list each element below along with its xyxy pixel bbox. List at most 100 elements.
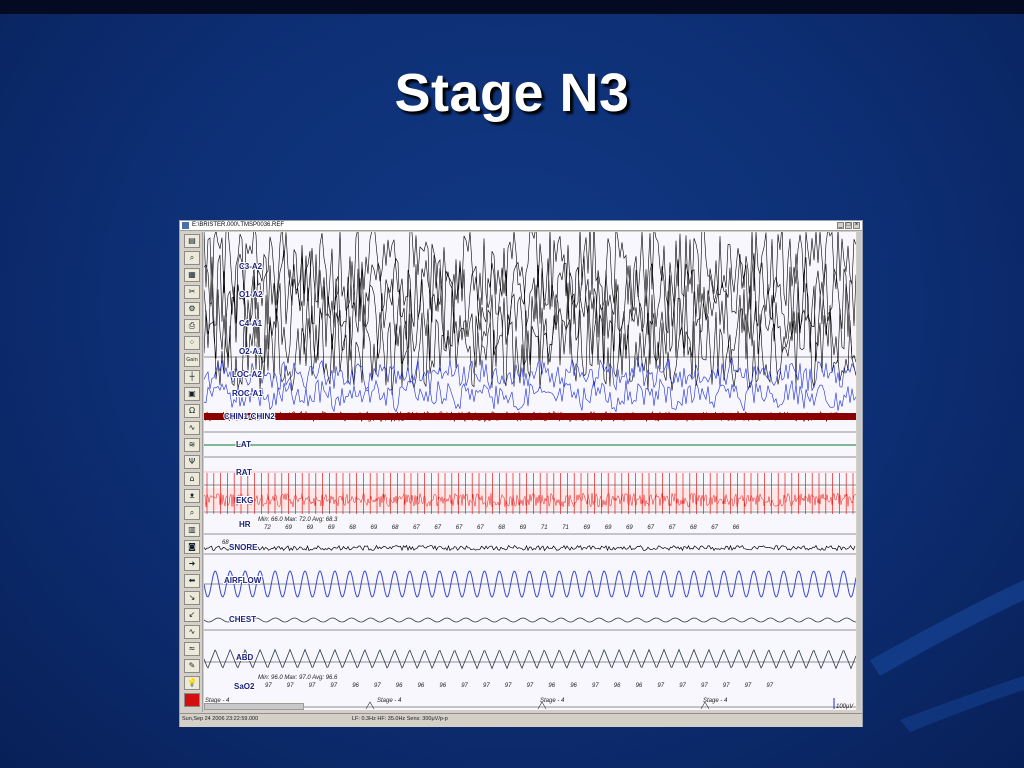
hr-value: 67 (477, 525, 484, 531)
channel-label: AIRFLOW (224, 576, 262, 585)
hr-value: 67 (456, 525, 463, 531)
sao2-value: 97 (701, 683, 708, 689)
stop-icon[interactable]: ■ (184, 693, 200, 707)
window-titlebar: E:\BRISTER.000\.TMSP0036.REF _ □ × (180, 221, 862, 231)
hr-value: 67 (669, 525, 676, 531)
camera-icon[interactable]: ◙ (184, 540, 200, 554)
hr-value: 69 (328, 525, 335, 531)
signal-traces: Min: 66.0 Max: 72.0 Avg: 68.3 72 69 69 69 68 6… (204, 232, 856, 710)
omega-icon[interactable]: Ω (184, 404, 200, 418)
search-icon[interactable]: ⌕ (184, 506, 200, 520)
cut-icon[interactable]: ✂ (184, 285, 200, 299)
sao2-value: 96 (548, 683, 555, 689)
hr-value: 69 (626, 525, 633, 531)
status-bar: Sun,Sep 24 2006 23:22:59.000 LF: 0.3Hz H… (180, 713, 862, 727)
hr-value: 69 (371, 525, 378, 531)
hr-value: 68 (498, 525, 505, 531)
slide-title: Stage N3 (394, 63, 630, 123)
wave2-icon[interactable]: ∿ (184, 625, 200, 639)
hr-value: 68 (349, 525, 356, 531)
vertical-scrollbar[interactable] (857, 232, 861, 710)
dots-icon[interactable]: ⁘ (184, 336, 200, 350)
slide-top-bar (0, 0, 1024, 14)
channel-label: EKG (236, 496, 253, 505)
hr-value: 66 (733, 525, 740, 531)
stage-marker: Stage - 4 (703, 698, 728, 704)
arrow-down-right-icon[interactable]: ↘ (184, 591, 200, 605)
arrow-left-icon[interactable]: ⬅ (184, 574, 200, 588)
sao2-value: 96 (418, 683, 425, 689)
sao2-value: 96 (614, 683, 621, 689)
color-icon[interactable]: ▣ (184, 387, 200, 401)
sao2-value: 97 (505, 683, 512, 689)
bulb-icon[interactable]: 💡 (184, 676, 200, 690)
window-title: E:\BRISTER.000\.TMSP0036.REF (192, 222, 285, 228)
app-icon (182, 222, 189, 229)
hr-value: 69 (605, 525, 612, 531)
channel-label: C4-A1 (239, 319, 263, 328)
channel-label: CHEST (229, 615, 256, 624)
grid-icon[interactable]: ▦ (184, 268, 200, 282)
print-icon[interactable]: ⎙ (184, 319, 200, 333)
marker-icon[interactable]: ┼ (184, 370, 200, 384)
scale-label: 100μV (836, 704, 854, 710)
channel-label: ABD (236, 653, 254, 662)
maximize-button[interactable]: □ (845, 222, 852, 229)
psg-viewer-window: E:\BRISTER.000\.TMSP0036.REF _ □ × ▤ ⌕ ▦ ✂ ⚙… (180, 221, 862, 727)
stage-marker: Stage - 4 (377, 698, 402, 704)
hr-value: 69 (584, 525, 591, 531)
lock-icon[interactable]: ⌂ (184, 472, 200, 486)
sao2-value: 96 (439, 683, 446, 689)
zoom-icon[interactable]: ⌕ (184, 251, 200, 265)
arrow-right-icon[interactable]: ➜ (184, 557, 200, 571)
vertical-toolbar: ▤ ⌕ ▦ ✂ ⚙ ⎙ ⁘ Gain ┼ ▣ Ω ∿ ≋ Ψ ⌂ ᴥ ⌕ ▥ ◙ ➜ ⬅ ↘ ↙ ∿ ≈ ✎ 💡 ■ (182, 232, 203, 712)
tools-icon[interactable]: ⚙ (184, 302, 200, 316)
wave3-icon[interactable]: ≈ (184, 642, 200, 656)
eeg-trace (204, 250, 856, 340)
eeg-trace (204, 232, 856, 312)
wave-icon[interactable]: ∿ (184, 421, 200, 435)
sao2-value: 97 (745, 683, 752, 689)
eog-trace (204, 378, 856, 413)
channel-label: O2-A1 (239, 347, 263, 356)
hr-value: 71 (562, 525, 569, 531)
status-filters: LF: 0.3Hz HF: 35.0Hz Sens: 300μV/p-p (352, 716, 448, 722)
chest-trace (204, 617, 856, 623)
montage-icon[interactable]: Ψ (184, 455, 200, 469)
channel-label: C3-A2 (239, 262, 263, 271)
channel-label: CHIN1-CHIN2 (224, 412, 275, 421)
snore-trace (204, 544, 856, 552)
sao2-value: 97 (374, 683, 381, 689)
hr-value: 67 (434, 525, 441, 531)
arrow-down-left-icon[interactable]: ↙ (184, 608, 200, 622)
sao2-stats: Min: 96.0 Max: 97.0 Avg: 96.6 (258, 675, 338, 681)
sao2-value: 97 (461, 683, 468, 689)
hr-value: 67 (711, 525, 718, 531)
sao2-value: 97 (265, 683, 272, 689)
hr-value: 69 (285, 525, 292, 531)
hr-value: 69 (520, 525, 527, 531)
channel-label: SNORE (229, 543, 258, 552)
signal-plot-area[interactable]: Min: 66.0 Max: 72.0 Avg: 68.3 72 69 69 69 68 6… (204, 232, 856, 710)
hr-value: 72 (264, 525, 271, 531)
close-button[interactable]: × (853, 222, 860, 229)
filter-icon[interactable]: ≋ (184, 438, 200, 452)
channel-label: HR (239, 520, 251, 529)
horizontal-scrollbar[interactable] (204, 703, 304, 710)
people-icon[interactable]: ᴥ (184, 489, 200, 503)
sao2-value: 97 (723, 683, 730, 689)
minimize-button[interactable]: _ (837, 222, 844, 229)
sao2-value: 97 (527, 683, 534, 689)
sao2-value: 97 (330, 683, 337, 689)
open-icon[interactable]: ▤ (184, 234, 200, 248)
gain-icon[interactable]: Gain (184, 353, 200, 367)
event-icon[interactable]: ▥ (184, 523, 200, 537)
sao2-value: 97 (657, 683, 664, 689)
channel-label: LOC-A2 (232, 370, 262, 379)
sao2-value: 97 (592, 683, 599, 689)
hr-value: 68 (690, 525, 697, 531)
hr-value: 68 (392, 525, 399, 531)
sao2-value: 97 (483, 683, 490, 689)
channel-label: RAT (236, 468, 252, 477)
edit-icon[interactable]: ✎ (184, 659, 200, 673)
